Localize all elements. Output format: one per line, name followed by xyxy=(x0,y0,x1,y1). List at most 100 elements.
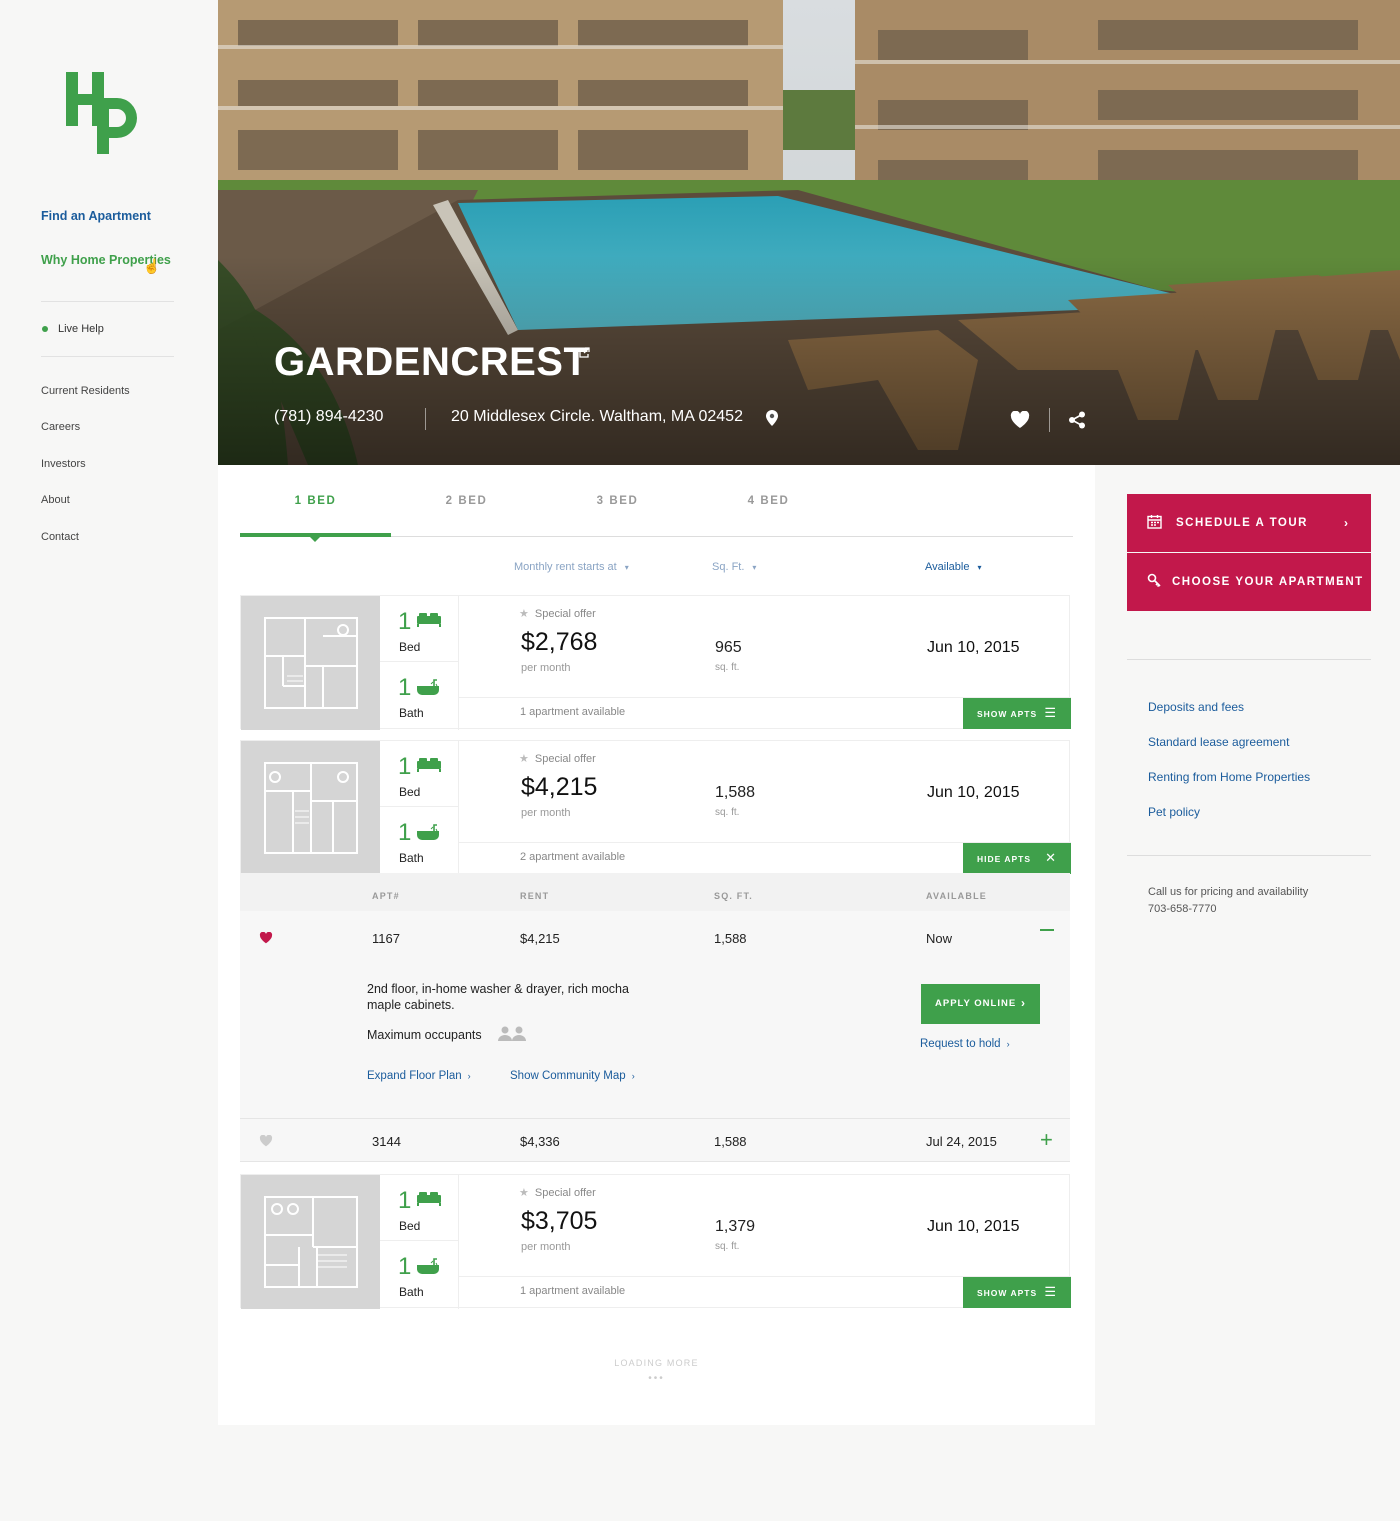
sort-available-label: Available xyxy=(925,561,970,573)
bed-bath-info: 1 Bed 1 Bath xyxy=(380,1175,459,1309)
sort-sqft[interactable]: Sq. Ft. ▾ xyxy=(712,561,756,573)
nav-investors[interactable]: Investors xyxy=(41,458,86,470)
nav-current-residents[interactable]: Current Residents xyxy=(41,385,130,397)
special-offer[interactable]: ★ Special offer xyxy=(519,752,596,765)
divider xyxy=(1127,855,1371,856)
apartment-count: 1 apartment available xyxy=(520,706,626,718)
list-icon: ☰ xyxy=(1044,705,1057,720)
hide-apts-button[interactable]: HIDE APTS ✕ xyxy=(963,843,1071,874)
heart-icon[interactable] xyxy=(1010,411,1030,429)
live-help-label: Live Help xyxy=(58,323,104,335)
divider xyxy=(41,301,174,302)
apartment-table-header: APT# RENT SQ. FT. AVAILABLE xyxy=(240,873,1070,911)
tab-4-bed[interactable]: 4 BED xyxy=(693,495,844,507)
deposits-fees-link[interactable]: Deposits and fees xyxy=(1148,700,1244,714)
header-available: AVAILABLE xyxy=(926,891,987,901)
chevron-down-icon: ▾ xyxy=(977,562,982,572)
special-offer-label: Special offer xyxy=(534,753,596,765)
floor-plan-thumbnail[interactable] xyxy=(241,741,380,875)
chevron-right-icon: › xyxy=(1021,996,1026,1010)
caret-down-icon xyxy=(310,537,320,542)
square-feet: 965 xyxy=(715,639,742,656)
hide-apts-label: HIDE APTS xyxy=(977,854,1032,864)
apply-online-button[interactable]: APPLY ONLINE › xyxy=(921,984,1040,1024)
property-phone[interactable]: (781) 894-4230 xyxy=(274,408,383,426)
tab-1-bed[interactable]: 1 BED xyxy=(240,495,391,507)
lease-agreement-link[interactable]: Standard lease agreement xyxy=(1148,735,1289,749)
status-dot-icon xyxy=(42,326,48,332)
nav-careers[interactable]: Careers xyxy=(41,421,80,433)
loading-more: LOADING MORE xyxy=(614,1358,699,1368)
divider xyxy=(425,408,426,430)
heart-filled-icon[interactable] xyxy=(259,932,273,944)
show-apts-button[interactable]: SHOW APTS ☰ xyxy=(963,1277,1071,1308)
expand-floor-plan-label: Expand Floor Plan xyxy=(367,1070,462,1082)
pet-policy-link[interactable]: Pet policy xyxy=(1148,805,1200,819)
special-offer[interactable]: ★ Special offer xyxy=(519,1186,596,1199)
floor-plan-thumbnail[interactable] xyxy=(241,1175,380,1309)
heart-outline-icon[interactable] xyxy=(259,1135,273,1147)
sqft-label: sq. ft. xyxy=(715,807,740,818)
apartment-count: 1 apartment available xyxy=(520,1285,626,1297)
special-offer[interactable]: ★ Special offer xyxy=(519,607,596,620)
show-apts-label: SHOW APTS xyxy=(977,709,1038,719)
divider xyxy=(1127,659,1371,660)
tab-3-bed[interactable]: 3 BED xyxy=(542,495,693,507)
available-date: Jun 10, 2015 xyxy=(927,639,1020,656)
show-community-map-link[interactable]: Show Community Map › xyxy=(510,1070,635,1082)
collapse-icon[interactable] xyxy=(1040,929,1054,931)
floorplan-card: 1 Bed 1 Bath ★ Special offer $3,705 per mon… xyxy=(240,1174,1071,1309)
choose-apartment-button[interactable]: CHOOSE YOUR APARTMENT › xyxy=(1127,553,1371,611)
home-properties-logo[interactable] xyxy=(64,70,140,156)
nav-about[interactable]: About xyxy=(41,494,70,506)
bath-label: Bath xyxy=(399,1285,424,1299)
apply-online-label: APPLY ONLINE xyxy=(935,998,1017,1009)
available-date: Jun 10, 2015 xyxy=(927,784,1020,801)
expand-icon[interactable]: + xyxy=(1040,1127,1053,1153)
bed-count: 1 xyxy=(398,608,412,635)
tab-2-bed[interactable]: 2 BED xyxy=(391,495,542,507)
apt-available: Now xyxy=(926,931,953,946)
bed-label: Bed xyxy=(399,1219,421,1233)
bathtub-icon xyxy=(417,824,439,840)
chevron-right-icon: › xyxy=(1344,516,1350,530)
floor-plan-thumbnail[interactable] xyxy=(241,596,380,730)
occupants-icon xyxy=(498,1026,526,1041)
apt-available: Jul 24, 2015 xyxy=(926,1134,997,1149)
sidebar: Find an Apartment Why Home Properties ☝ … xyxy=(0,0,218,1521)
divider xyxy=(1049,408,1050,432)
rent-unit-label: per month xyxy=(521,662,571,674)
call-phone[interactable]: 703-658-7770 xyxy=(1148,901,1217,918)
schedule-tour-button[interactable]: SCHEDULE A TOUR › xyxy=(1127,494,1371,552)
property-address[interactable]: 20 Middlesex Circle. Waltham, MA 02452 xyxy=(451,408,743,426)
loading-dots-icon: ••• xyxy=(648,1373,665,1384)
bed-count: 1 xyxy=(398,1187,412,1214)
apartment-row[interactable]: 3144 $4,336 1,588 Jul 24, 2015 + xyxy=(240,1119,1070,1162)
sort-rent[interactable]: Monthly rent starts at ▾ xyxy=(514,561,629,573)
bathtub-icon xyxy=(417,1258,439,1274)
sort-available[interactable]: Available ▾ xyxy=(925,561,981,573)
bathtub-icon xyxy=(417,679,439,695)
bed-bath-info: 1 Bed 1 Bath xyxy=(380,596,459,730)
monthly-rent: $4,215 xyxy=(521,773,598,801)
external-link-icon[interactable] xyxy=(578,347,590,362)
chevron-down-icon: ▾ xyxy=(752,562,757,572)
chevron-right-icon: › xyxy=(467,1071,471,1081)
expand-floor-plan-link[interactable]: Expand Floor Plan › xyxy=(367,1070,471,1082)
square-feet: 1,588 xyxy=(715,784,756,801)
nav-contact[interactable]: Contact xyxy=(41,531,79,543)
nav-find-apartment[interactable]: Find an Apartment xyxy=(41,209,151,223)
show-apts-button[interactable]: SHOW APTS ☰ xyxy=(963,698,1071,729)
request-to-hold-link[interactable]: Request to hold › xyxy=(920,1038,1010,1050)
apartment-count: 2 apartment available xyxy=(520,851,626,863)
special-offer-label: Special offer xyxy=(534,1187,596,1199)
show-apts-label: SHOW APTS xyxy=(977,1288,1038,1298)
renting-info-link[interactable]: Renting from Home Properties xyxy=(1148,770,1310,784)
bed-label: Bed xyxy=(399,640,421,654)
apartment-row-expanded: 1167 $4,215 1,588 Now 2nd floor, in-home… xyxy=(240,911,1070,1119)
live-help[interactable]: Live Help xyxy=(42,323,104,335)
floorplan-card: 1 Bed 1 Bath ★ Special offer $2,768 per mon… xyxy=(240,595,1071,730)
share-icon[interactable] xyxy=(1068,411,1086,429)
header-rent: RENT xyxy=(520,891,550,901)
map-pin-icon[interactable] xyxy=(766,410,778,426)
